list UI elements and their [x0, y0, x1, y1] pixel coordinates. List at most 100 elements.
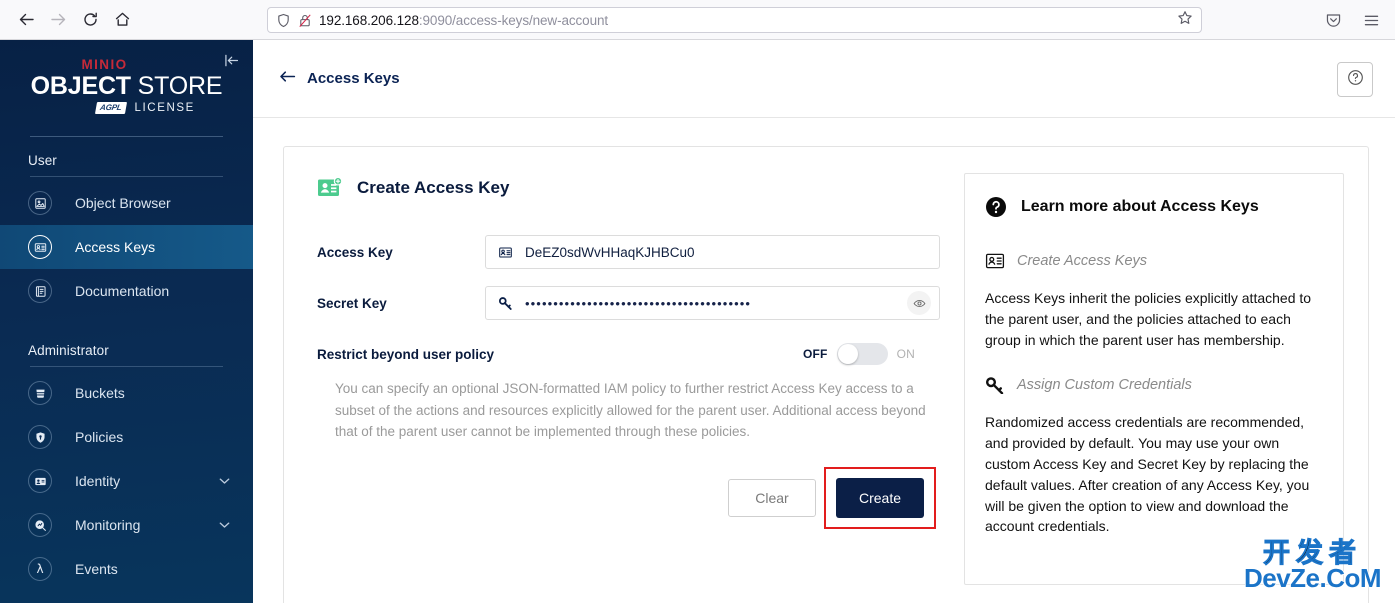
sidebar-item-label: Identity: [75, 473, 121, 490]
app-shell: MINIO OBJECT STORE AGPL LICENSE User Obj…: [0, 40, 1395, 603]
brand-object: OBJECT: [30, 72, 131, 100]
broken-lock-icon[interactable]: [298, 13, 312, 28]
learn-more-header: Learn more about Access Keys: [985, 196, 1321, 218]
chevron-down-icon[interactable]: [215, 516, 233, 534]
help-circle-icon: [1347, 69, 1364, 91]
license-row: AGPL LICENSE: [38, 102, 253, 115]
assign-custom-credentials-subtitle: Assign Custom Credentials: [1017, 377, 1192, 394]
sidebar: MINIO OBJECT STORE AGPL LICENSE User Obj…: [0, 40, 253, 603]
sidebar-section-rule: [30, 176, 223, 178]
secret-key-value[interactable]: ••••••••••••••••••••••••••••••••••••••••: [525, 297, 895, 310]
key-icon: [498, 296, 513, 311]
sidebar-item-label: Object Browser: [75, 195, 171, 212]
sidebar-item-object-browser[interactable]: Object Browser: [0, 181, 253, 225]
pocket-icon[interactable]: [1317, 4, 1349, 36]
url-text[interactable]: 192.168.206.128:9090/access-keys/new-acc…: [319, 13, 1170, 28]
documentation-icon: [28, 279, 52, 304]
id-card-icon: [498, 245, 513, 260]
collapse-sidebar-icon[interactable]: [224, 54, 239, 69]
back-arrow-icon[interactable]: [279, 70, 296, 87]
events-lambda-icon: λ: [28, 557, 52, 582]
url-bar[interactable]: 192.168.206.128:9090/access-keys/new-acc…: [267, 7, 1202, 33]
restrict-policy-description: You can specify an optional JSON-formatt…: [335, 381, 926, 439]
reload-icon[interactable]: [74, 4, 106, 36]
sidebar-item-documentation[interactable]: Documentation: [0, 269, 253, 313]
sidebar-item-policies[interactable]: Policies: [0, 415, 253, 459]
main-content: Access Keys Create Access Key Access Key…: [253, 40, 1395, 603]
browser-toolbar: 192.168.206.128:9090/access-keys/new-acc…: [0, 0, 1395, 40]
learn-more-paragraph-2: Randomized access credentials are recomm…: [985, 414, 1310, 535]
sidebar-divider: [30, 136, 223, 138]
page-title: Access Keys: [307, 70, 400, 87]
restrict-policy-toggle[interactable]: [836, 343, 888, 365]
learn-more-paragraph-1: Access Keys inherit the policies explici…: [985, 290, 1312, 348]
shield-icon[interactable]: [276, 13, 291, 28]
secret-key-label: Secret Key: [317, 295, 387, 311]
sidebar-item-label: Documentation: [75, 283, 170, 300]
create-access-keys-subtitle: Create Access Keys: [1017, 253, 1148, 269]
help-button[interactable]: [1337, 62, 1373, 97]
create-access-keys-subhead: Create Access Keys: [985, 252, 1321, 270]
toggle-on-label: ON: [896, 347, 915, 361]
create-access-key-panel: Create Access Key Access Key DeEZ0sdWvHH…: [283, 146, 1369, 603]
sidebar-section-administrator-label: Administrator: [28, 343, 109, 359]
id-card-icon: [985, 252, 1005, 270]
assign-custom-credentials-subhead: Assign Custom Credentials: [985, 376, 1321, 395]
learn-more-title: Learn more about Access Keys: [1021, 198, 1259, 215]
form-title: Create Access Key: [357, 178, 510, 197]
sidebar-item-label: Events: [75, 561, 118, 578]
eye-icon[interactable]: [907, 291, 931, 315]
back-arrow-icon[interactable]: [10, 4, 42, 36]
sidebar-item-label: Access Keys: [75, 239, 156, 256]
access-key-form: Create Access Key Access Key DeEZ0sdWvHH…: [308, 173, 940, 603]
identity-icon: [28, 469, 52, 494]
chevron-down-icon[interactable]: [215, 472, 233, 490]
sidebar-item-label: Buckets: [75, 385, 125, 402]
form-title-row: Create Access Key: [317, 177, 940, 199]
sidebar-section-user-label: User: [28, 153, 57, 169]
monitoring-icon: [28, 513, 52, 538]
browser-right-controls: [1317, 4, 1387, 36]
sidebar-item-buckets[interactable]: Buckets: [0, 371, 253, 415]
secret-key-input[interactable]: ••••••••••••••••••••••••••••••••••••••••: [485, 286, 940, 320]
brand-object-store: OBJECT STORE: [0, 73, 253, 99]
hamburger-menu-icon[interactable]: [1355, 4, 1387, 36]
star-icon[interactable]: [1177, 10, 1193, 31]
key-icon: [985, 376, 1005, 395]
toggle-off-label: OFF: [802, 347, 828, 361]
brand-logo[interactable]: MINIO OBJECT STORE AGPL LICENSE: [0, 40, 253, 138]
access-key-value[interactable]: DeEZ0sdWvHHaqKJHBCu0: [525, 245, 931, 260]
help-circle-filled-icon: [985, 196, 1007, 218]
sidebar-item-label: Policies: [75, 429, 124, 446]
sidebar-item-monitoring[interactable]: Monitoring: [0, 503, 253, 547]
object-browser-icon: [28, 191, 52, 216]
access-key-label: Access Key: [317, 244, 393, 260]
license-label: LICENSE: [134, 102, 195, 115]
restrict-policy-toggle-group[interactable]: OFF ON: [803, 343, 915, 365]
sidebar-item-label: Monitoring: [75, 517, 141, 534]
toggle-knob: [837, 344, 858, 364]
home-icon[interactable]: [106, 4, 138, 36]
restrict-policy-row: Restrict beyond user policy OFF ON: [317, 343, 940, 365]
sidebar-item-identity[interactable]: Identity: [0, 459, 253, 503]
form-actions: Clear Create: [317, 466, 940, 529]
back-to-access-keys[interactable]: Access Keys: [279, 70, 400, 87]
brand-store: STORE: [137, 72, 223, 100]
access-keys-icon: [28, 235, 52, 260]
secret-key-field-row: Secret Key •••••••••••••••••••••••••••••…: [317, 286, 940, 320]
forward-arrow-icon[interactable]: [42, 4, 74, 36]
create-access-key-icon: [317, 177, 343, 199]
restrict-policy-label: Restrict beyond user policy: [317, 346, 495, 362]
agpl-badge: AGPL: [95, 102, 128, 115]
sidebar-item-events[interactable]: λ Events: [0, 547, 253, 591]
create-button-highlight: Create: [824, 466, 936, 529]
create-button[interactable]: Create: [836, 477, 924, 518]
sidebar-item-access-keys[interactable]: Access Keys: [0, 225, 253, 270]
brand-minio: MINIO: [81, 57, 128, 72]
access-key-field-row: Access Key DeEZ0sdWvHHaqKJHBCu0: [317, 235, 940, 269]
page-header: Access Keys: [253, 40, 1395, 118]
content-area: Create Access Key Access Key DeEZ0sdWvHH…: [253, 118, 1395, 603]
clear-button[interactable]: Clear: [728, 478, 816, 517]
access-key-input[interactable]: DeEZ0sdWvHHaqKJHBCu0: [485, 235, 940, 269]
